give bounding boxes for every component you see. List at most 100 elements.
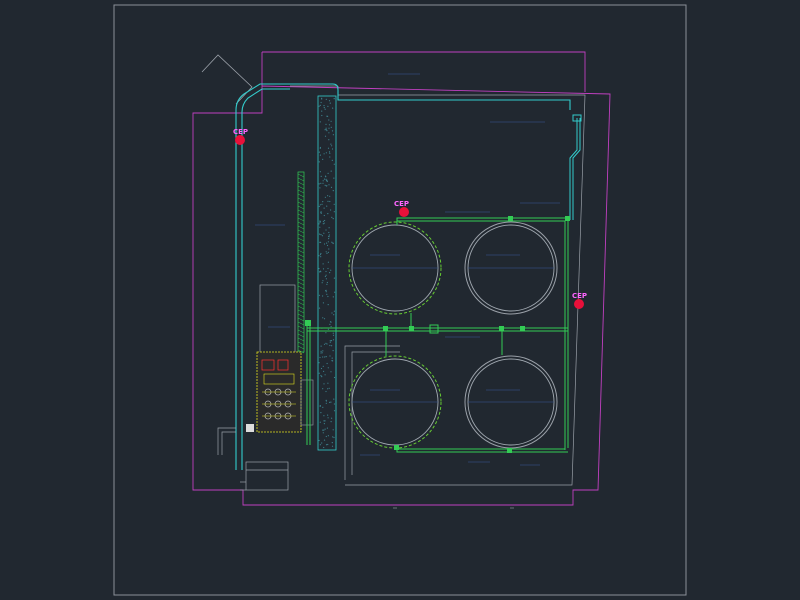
gravel-dot (328, 248, 330, 250)
gravel-dot (319, 204, 321, 206)
tank-top-left[interactable] (348, 221, 442, 315)
hatch-line (297, 261, 305, 266)
gravel-dot (330, 421, 332, 423)
gravel-dot (327, 443, 329, 446)
hatch-line (297, 197, 305, 202)
gravel-dot (333, 211, 335, 213)
gravel-dot (326, 343, 328, 345)
gravel-dot (332, 296, 334, 298)
gravel-dot (321, 352, 323, 354)
gravel-dot (329, 340, 331, 342)
gravel-dot (331, 148, 334, 150)
tank-bottom-left[interactable] (348, 355, 442, 449)
gravel-dot (319, 444, 321, 446)
cep-marker-3[interactable]: CEP (572, 292, 587, 309)
filter-strip (317, 95, 337, 451)
gravel-dot (319, 154, 321, 156)
gravel-dot (328, 127, 330, 129)
hatch-line (297, 277, 305, 282)
gravel-dot (332, 350, 334, 352)
gravel-dot (321, 235, 323, 237)
gravel-dot (325, 180, 328, 182)
gravel-dot (318, 267, 320, 270)
gravel-dot (322, 365, 324, 367)
gravel-dot (321, 442, 323, 444)
hatch-line (297, 289, 305, 294)
gravel-dot (328, 236, 330, 238)
process-piping (306, 217, 569, 453)
tank-top-right[interactable] (464, 221, 558, 315)
cad-drawing-svg[interactable]: CEP CEP CEP (0, 0, 800, 600)
hatch-line (297, 301, 305, 306)
gravel-dot (329, 195, 331, 197)
gravel-dot (331, 312, 333, 314)
hatch-line (297, 293, 305, 298)
gravel-dot (332, 436, 334, 438)
hatch-line (297, 209, 305, 214)
cep-label-1: CEP (233, 128, 248, 136)
gravel-dot (322, 158, 324, 160)
gravel-dot (321, 98, 323, 100)
hatch-line (297, 189, 305, 194)
gravel-dot (325, 98, 327, 100)
gravel-dot (320, 252, 322, 255)
gravel-dot (333, 403, 335, 405)
gravel-dot (327, 147, 330, 149)
gravel-dot (319, 356, 321, 359)
gravel-dot (327, 382, 329, 384)
cad-drawing-canvas[interactable]: CEP CEP CEP (0, 0, 800, 600)
hatch-line (297, 297, 305, 302)
cep-marker-2[interactable]: CEP (394, 200, 409, 217)
gravel-dot (320, 345, 322, 347)
hatched-wall (297, 171, 305, 354)
gravel-dot (322, 302, 324, 304)
hatch-line (297, 173, 305, 178)
gravel-dot (318, 183, 320, 185)
gravel-dot (329, 341, 331, 343)
gravel-dot (333, 410, 336, 412)
gravel-dot (323, 439, 326, 441)
gravel-dot (320, 367, 323, 370)
gravel-dot (333, 314, 335, 316)
gravel-dot (318, 294, 321, 296)
hatch-line (297, 333, 305, 338)
gravel-dot (326, 180, 328, 183)
gravel-dot (328, 387, 330, 389)
gravel-dot (334, 291, 336, 293)
hatch-line (297, 345, 305, 350)
gravel-dot (323, 178, 326, 180)
tank-bottom-right[interactable] (464, 355, 558, 449)
gravel-dot (327, 435, 329, 437)
gravel-dot (318, 223, 320, 225)
gravel-dot (330, 126, 332, 128)
hatch-line (297, 217, 305, 222)
gravel-dot (327, 195, 329, 197)
gravel-dot (318, 307, 321, 309)
gravel-dot (323, 420, 325, 422)
gravel-dot (325, 185, 327, 187)
gravel-dot (325, 291, 327, 293)
gravel-dot (320, 241, 322, 243)
gravel-dot (318, 161, 320, 163)
gravel-dot (333, 163, 335, 165)
gravel-dot (325, 278, 327, 280)
hatch-line (297, 285, 305, 290)
gravel-dot (332, 429, 334, 431)
gravel-dot (318, 271, 321, 273)
gravel-dot (325, 229, 327, 231)
gravel-dot (322, 268, 325, 270)
gravel-dot (331, 445, 334, 447)
gravel-dot (327, 267, 329, 270)
hatch-line (297, 225, 305, 230)
gravel-dot (318, 372, 320, 374)
gravel-dot (322, 356, 324, 358)
gravel-dot (324, 184, 326, 186)
gravel-dot (326, 244, 329, 247)
gravel-dot (332, 339, 335, 341)
hatch-line (297, 233, 305, 238)
hatch-line (297, 265, 305, 270)
cep-label-3: CEP (572, 292, 587, 300)
gravel-dot (322, 201, 324, 203)
gravel-dot (325, 152, 327, 154)
cep-marker-1[interactable]: CEP (233, 128, 248, 145)
